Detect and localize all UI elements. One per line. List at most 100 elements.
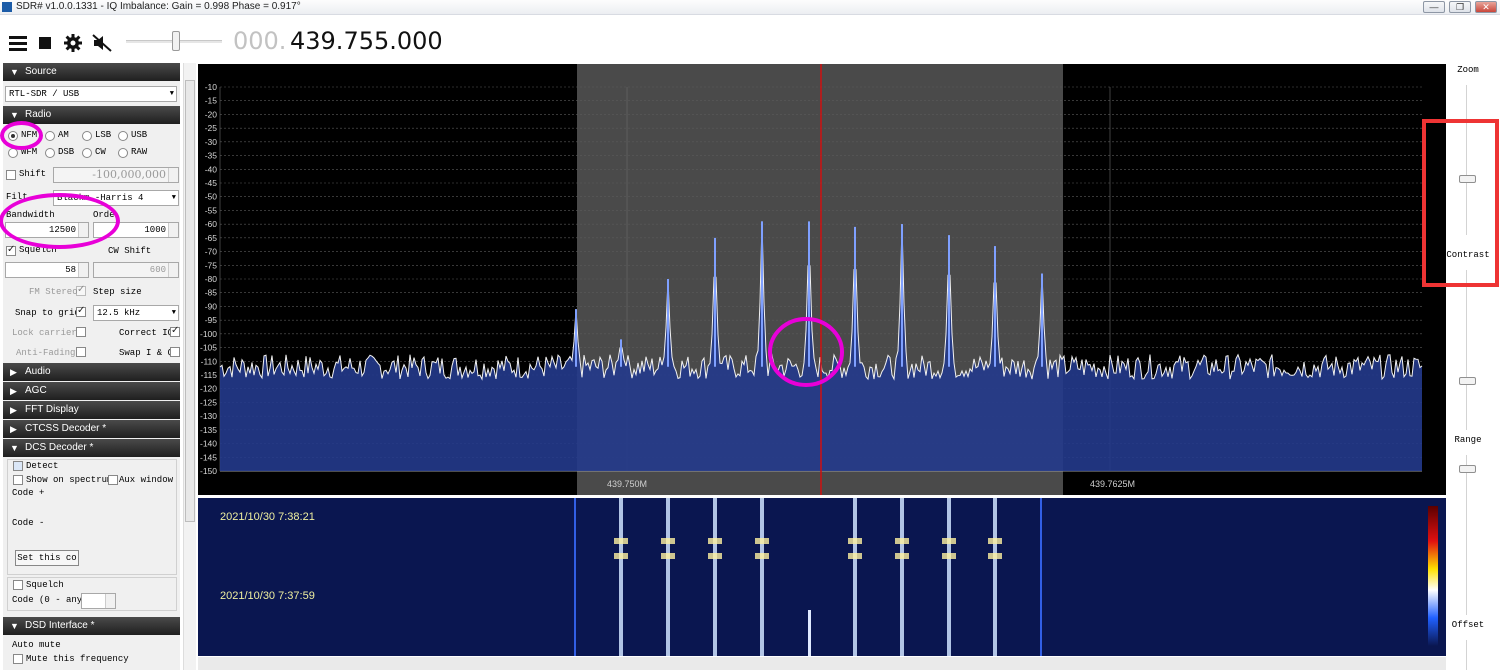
code-range-field[interactable] xyxy=(81,593,116,609)
shift-label: Shift xyxy=(19,169,47,179)
mode-radio-cw[interactable] xyxy=(82,148,92,158)
shift-field[interactable]: -100,000,000 xyxy=(53,167,179,183)
waterfall-display[interactable]: 2021/10/30 7:38:21 2021/10/30 7:37:59 xyxy=(198,498,1446,656)
close-button[interactable]: ✕ xyxy=(1475,1,1497,13)
y-tick-label: -100 xyxy=(200,329,217,339)
volume-slider-knob[interactable] xyxy=(172,31,180,51)
mute-frequency-checkbox[interactable] xyxy=(13,654,23,664)
mode-radio-dsb[interactable] xyxy=(45,148,55,158)
dsd-header[interactable]: ▼ DSD Interface * xyxy=(3,617,180,635)
y-tick-label: -75 xyxy=(205,260,218,270)
y-tick-label: -125 xyxy=(200,397,217,407)
ctcss-title: CTCSS Decoder * xyxy=(25,423,107,434)
step-size-select[interactable]: 12.5 kHz xyxy=(93,305,179,321)
set-code-button[interactable]: Set this co xyxy=(15,550,79,566)
dcs-header[interactable]: ▼ DCS Decoder * xyxy=(3,439,180,457)
menu-icon[interactable] xyxy=(8,33,30,53)
waterfall-burst xyxy=(755,553,769,559)
squelch-checkbox[interactable] xyxy=(6,244,16,256)
swap-iq-label: Swap I & Q xyxy=(119,348,174,358)
mute-icon[interactable] xyxy=(92,33,114,53)
agc-header[interactable]: ▶ AGC xyxy=(3,382,180,400)
dcs-squelch-checkbox[interactable] xyxy=(13,580,23,590)
swap-iq-checkbox[interactable] xyxy=(170,347,180,357)
expand-icon: ▶ xyxy=(10,386,17,396)
contrast-highlight-box xyxy=(1422,119,1499,287)
auto-mute-label: Auto mute xyxy=(12,640,61,650)
ctcss-header[interactable]: ▶ CTCSS Decoder * xyxy=(3,420,180,438)
waterfall-trace xyxy=(713,498,717,656)
detect-checkbox[interactable] xyxy=(13,461,23,471)
dcs-title: DCS Decoder * xyxy=(25,442,94,453)
fft-display-header[interactable]: ▶ FFT Display xyxy=(3,401,180,419)
y-tick-label: -25 xyxy=(205,123,218,133)
squelch-field[interactable]: 58 xyxy=(5,262,89,278)
stop-icon[interactable] xyxy=(36,33,58,53)
mode-radio-am[interactable] xyxy=(45,131,55,141)
fft-display-title: FFT Display xyxy=(25,404,79,415)
code-minus-label: Code - xyxy=(12,518,45,528)
y-tick-label: -150 xyxy=(200,466,217,476)
range-slider[interactable] xyxy=(1466,455,1468,615)
y-tick-label: -145 xyxy=(200,452,217,462)
mode-label-cw: CW xyxy=(95,147,106,157)
snap-checkbox[interactable] xyxy=(76,305,86,317)
gear-icon[interactable] xyxy=(62,33,84,53)
waterfall-burst xyxy=(708,553,722,559)
range-slider-knob[interactable] xyxy=(1459,465,1476,473)
waterfall-burst xyxy=(895,538,909,544)
code-range-label: Code (0 - any) xyxy=(12,595,88,605)
cw-shift-field[interactable]: 600 xyxy=(93,262,179,278)
waterfall-trace xyxy=(1040,498,1042,656)
show-spectrum-checkbox[interactable] xyxy=(13,475,23,485)
y-tick-label: -110 xyxy=(201,356,218,366)
y-tick-label: -115 xyxy=(201,370,218,380)
app-icon xyxy=(2,2,12,12)
source-header[interactable]: ▼ Source xyxy=(3,63,180,81)
y-tick-label: -15 xyxy=(205,96,218,106)
mode-radio-lsb[interactable] xyxy=(82,131,92,141)
step-size-label: Step size xyxy=(93,287,142,297)
dcs-squelch-label: Squelch xyxy=(26,580,64,590)
collapse-icon: ▼ xyxy=(10,443,19,453)
maximize-button[interactable]: ❐ xyxy=(1449,1,1471,13)
waterfall-burst xyxy=(942,538,956,544)
frequency-prefix[interactable]: 000. xyxy=(233,27,286,55)
contrast-slider-knob[interactable] xyxy=(1459,377,1476,385)
title-bar: SDR# v1.0.0.1331 - IQ Imbalance: Gain = … xyxy=(0,0,1500,15)
y-tick-label: -120 xyxy=(200,384,217,394)
collapse-icon: ▼ xyxy=(10,621,19,631)
detect-label: Detect xyxy=(26,461,59,471)
source-device-select[interactable]: RTL-SDR / USB xyxy=(5,86,177,102)
fm-stereo-checkbox[interactable] xyxy=(76,284,86,296)
mute-frequency-label: Mute this frequency xyxy=(26,654,129,664)
zoom-label: Zoom xyxy=(1457,65,1479,75)
waterfall-trace xyxy=(900,498,904,656)
frequency-display[interactable]: 439.755.000 xyxy=(290,27,443,55)
offset-slider[interactable] xyxy=(1466,640,1468,670)
y-tick-label: -130 xyxy=(200,411,217,421)
y-tick-label: -45 xyxy=(205,178,218,188)
fm-stereo-label: FM Stereo xyxy=(29,287,78,297)
mode-radio-usb[interactable] xyxy=(118,131,128,141)
spectrum-display[interactable]: -10 -15 -20 -25 -30 -35 -40 -45 -50 -55 -60 -65 -70 -… xyxy=(198,64,1446,495)
correct-iq-checkbox[interactable] xyxy=(170,325,180,337)
correct-iq-label: Correct IQ xyxy=(119,328,174,338)
aux-window-checkbox[interactable] xyxy=(108,475,118,485)
y-tick-label: -70 xyxy=(205,247,218,257)
sidebar-scroll-thumb[interactable] xyxy=(185,80,195,522)
bandwidth-highlight-ellipse xyxy=(0,193,120,249)
mode-label-am: AM xyxy=(58,130,69,140)
waterfall-burst xyxy=(661,538,675,544)
audio-header[interactable]: ▶ Audio xyxy=(3,363,180,381)
mode-radio-raw[interactable] xyxy=(118,148,128,158)
y-tick-label: -85 xyxy=(205,288,218,298)
y-tick-label: -95 xyxy=(205,315,218,325)
minimize-button[interactable]: — xyxy=(1423,1,1445,13)
contrast-slider[interactable] xyxy=(1466,270,1468,430)
anti-fading-checkbox[interactable] xyxy=(76,347,86,357)
radio-title: Radio xyxy=(25,109,52,120)
shift-checkbox[interactable] xyxy=(6,170,16,180)
waterfall-trace xyxy=(853,498,857,656)
lock-carrier-checkbox[interactable] xyxy=(76,327,86,337)
